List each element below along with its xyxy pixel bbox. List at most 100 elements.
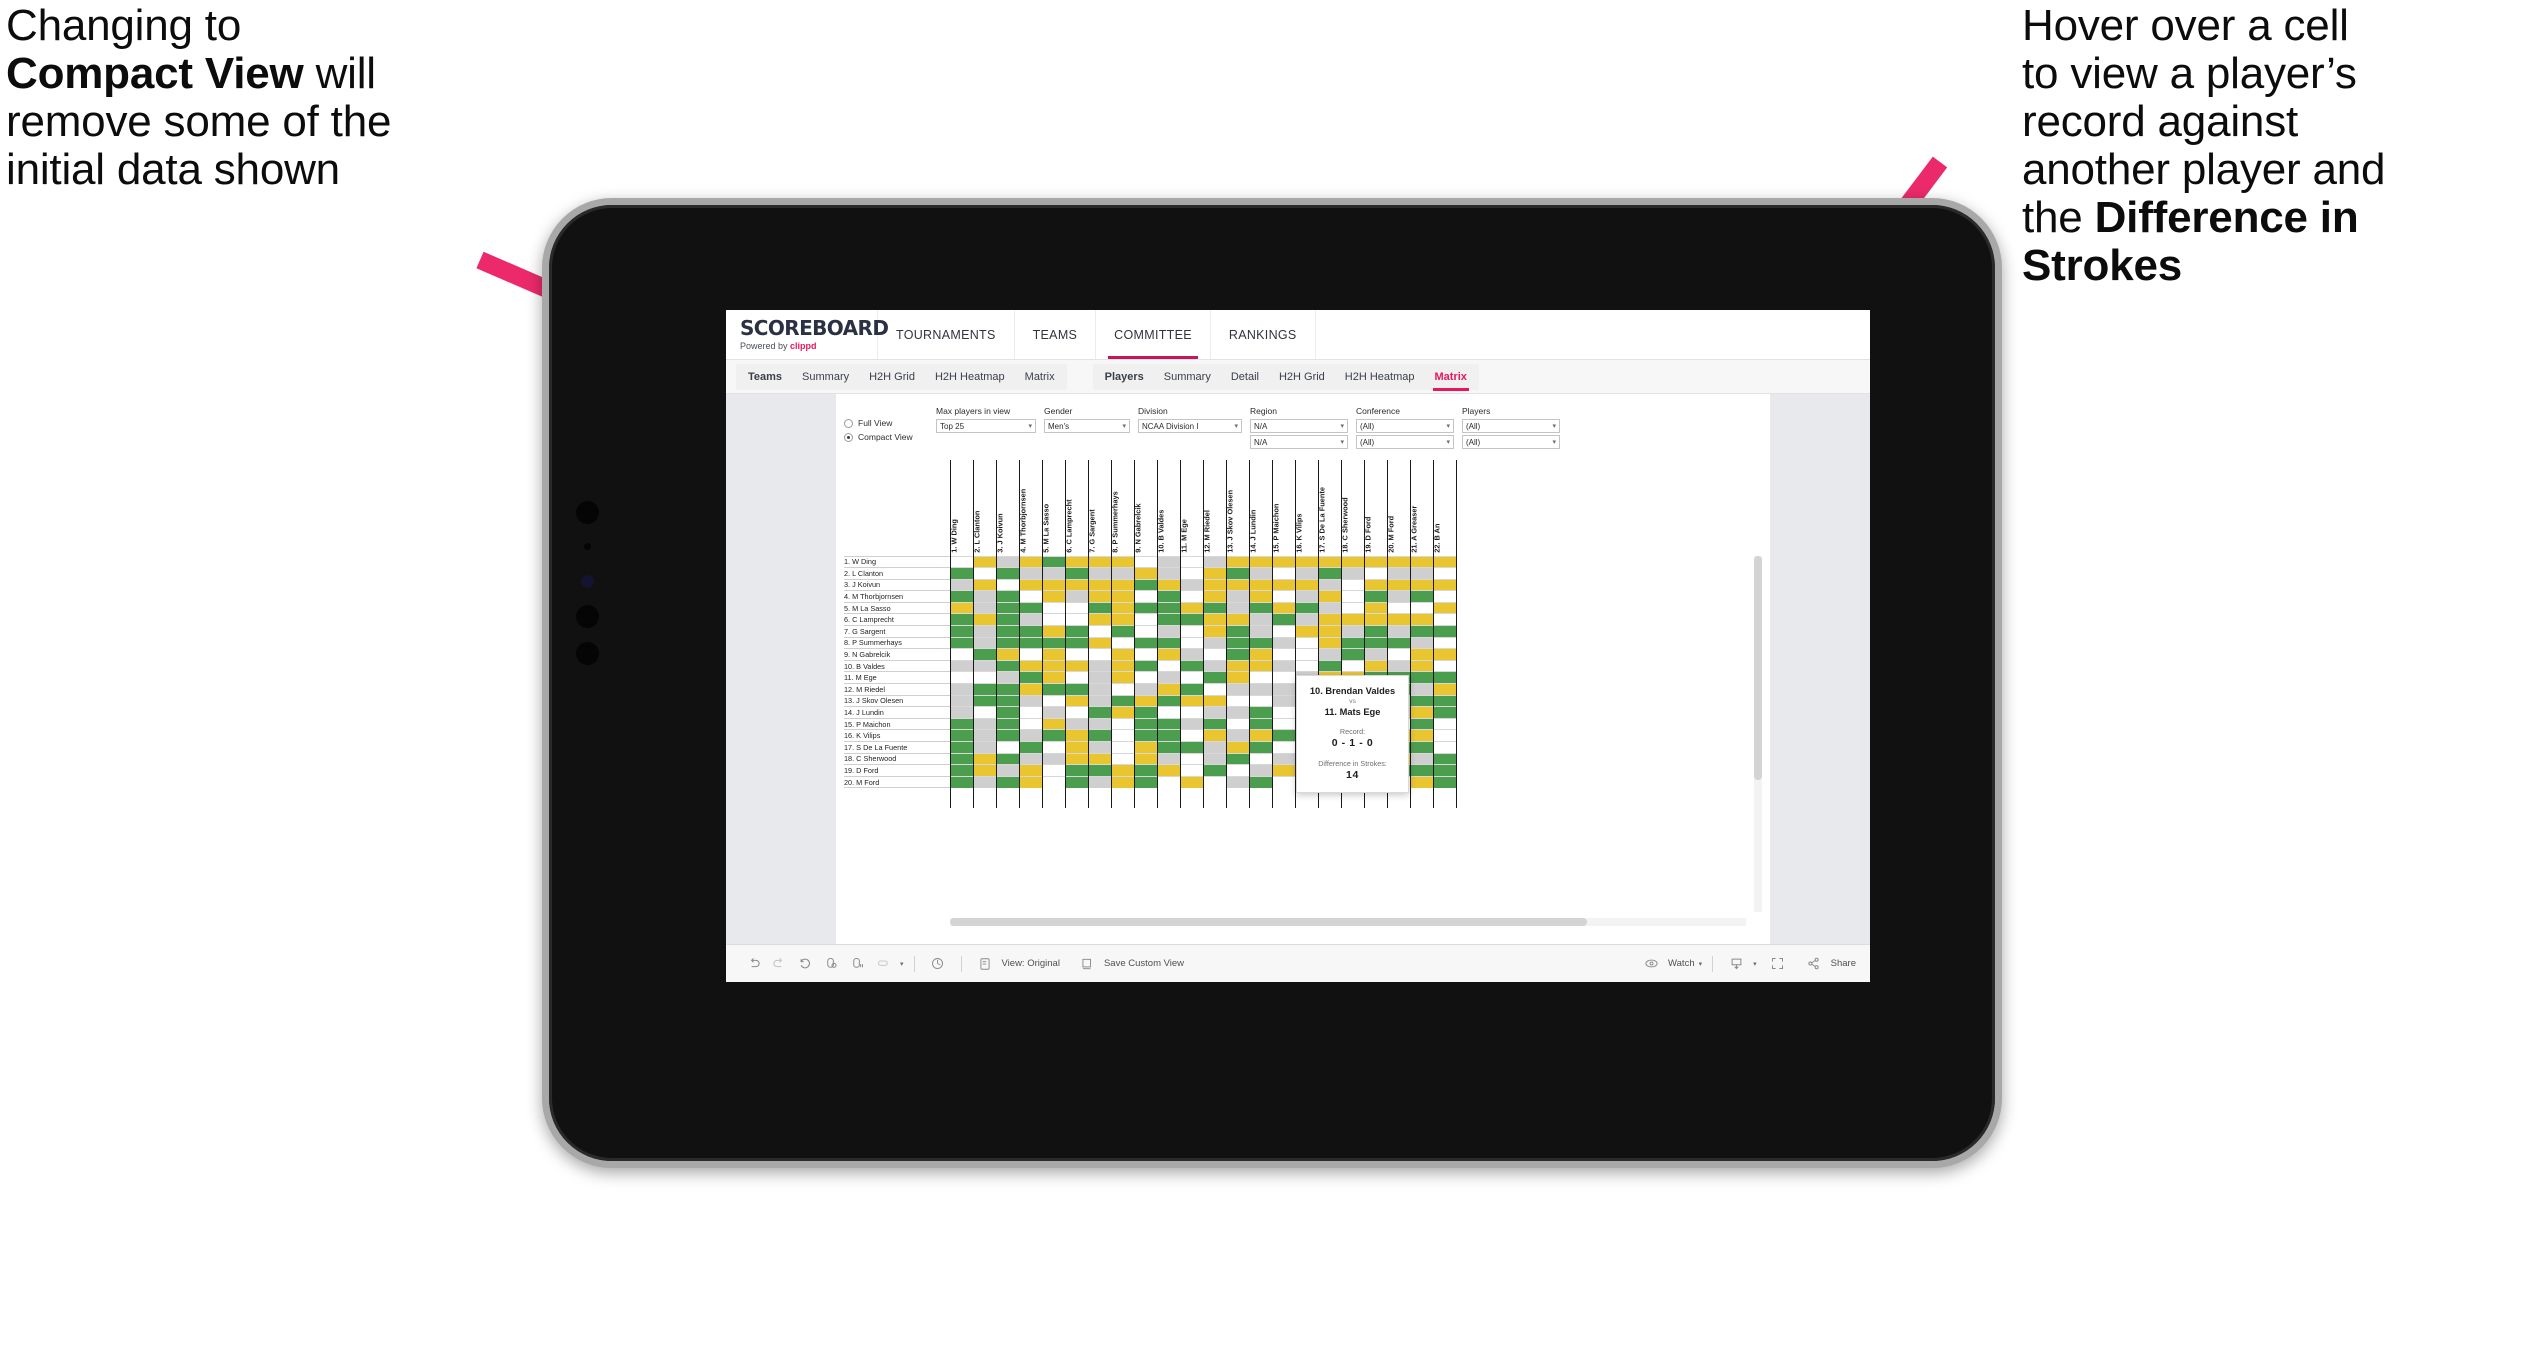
filter-select-region-2[interactable]: N/A ▾ — [1250, 435, 1348, 449]
filter-select-region[interactable]: N/A ▾ — [1250, 419, 1348, 433]
matrix-cell[interactable] — [1133, 613, 1158, 626]
matrix-cell[interactable] — [1363, 613, 1388, 626]
filter-select-gender[interactable]: Men's ▾ — [1044, 419, 1130, 433]
matrix-cell[interactable] — [1409, 706, 1434, 719]
matrix-cell[interactable] — [1409, 567, 1434, 580]
matrix-vertical-scroll-thumb[interactable] — [1754, 556, 1762, 781]
matrix-cell[interactable] — [1271, 671, 1296, 684]
matrix-cell[interactable] — [1202, 717, 1227, 730]
matrix-cell[interactable] — [1432, 741, 1457, 754]
matrix-cell[interactable] — [1317, 567, 1342, 580]
matrix-cell[interactable] — [1041, 741, 1066, 754]
matrix-cell[interactable] — [1179, 613, 1204, 626]
matrix-cell[interactable] — [1110, 555, 1135, 568]
matrix-cell[interactable] — [1409, 590, 1434, 603]
matrix-column-header[interactable]: 17. S De La Fuente — [1317, 460, 1342, 556]
matrix-row-label[interactable]: 5. M La Sasso — [844, 601, 950, 614]
matrix-cell[interactable] — [1271, 636, 1296, 649]
matrix-cell[interactable] — [1409, 555, 1434, 568]
matrix-cell[interactable] — [1271, 706, 1296, 719]
matrix-cell[interactable] — [1340, 578, 1365, 591]
matrix-cell[interactable] — [1271, 741, 1296, 754]
matrix-cell[interactable] — [1110, 694, 1135, 707]
matrix-vertical-scrollbar[interactable] — [1754, 556, 1762, 912]
matrix-cell[interactable] — [1271, 601, 1296, 614]
matrix-cell[interactable] — [1432, 625, 1457, 638]
matrix-cell[interactable] — [1018, 613, 1043, 626]
topnav-item-committee[interactable]: COMMITTEE — [1096, 310, 1211, 359]
matrix-cell[interactable] — [1386, 625, 1411, 638]
matrix-cell[interactable] — [1179, 706, 1204, 719]
matrix-cell[interactable] — [949, 636, 974, 649]
matrix-cell[interactable] — [1432, 567, 1457, 580]
download-button[interactable]: ▾ — [1723, 956, 1757, 971]
subnav-item-summary[interactable]: Summary — [792, 364, 859, 390]
matrix-cell[interactable] — [1248, 741, 1273, 754]
filter-select-conference[interactable]: (All) ▾ — [1356, 419, 1454, 433]
matrix-cell[interactable] — [1156, 555, 1181, 568]
matrix-cell[interactable] — [1248, 590, 1273, 603]
matrix-cell[interactable] — [1271, 775, 1296, 788]
matrix-cell[interactable] — [972, 694, 997, 707]
matrix-cell[interactable] — [1225, 671, 1250, 684]
matrix-cell[interactable] — [995, 683, 1020, 696]
matrix-cell[interactable] — [1271, 694, 1296, 707]
matrix-cell[interactable] — [972, 590, 997, 603]
matrix-cell[interactable] — [1156, 648, 1181, 661]
matrix-cell[interactable] — [1432, 752, 1457, 765]
matrix-cell[interactable] — [995, 567, 1020, 580]
matrix-cell[interactable] — [1156, 683, 1181, 696]
device-preview-icon[interactable] — [925, 956, 951, 971]
matrix-cell[interactable] — [1041, 764, 1066, 777]
matrix-cell[interactable] — [995, 752, 1020, 765]
matrix-row-label[interactable]: 13. J Skov Olesen — [844, 694, 950, 707]
matrix-cell[interactable] — [1156, 752, 1181, 765]
subnav-item-h2h-heatmap[interactable]: H2H Heatmap — [925, 364, 1015, 390]
matrix-cell[interactable] — [1133, 567, 1158, 580]
matrix-cell[interactable] — [1248, 613, 1273, 626]
matrix-cell[interactable] — [1317, 625, 1342, 638]
matrix-cell[interactable] — [1041, 648, 1066, 661]
matrix-cell[interactable] — [1363, 648, 1388, 661]
matrix-cell[interactable] — [1202, 752, 1227, 765]
matrix-cell[interactable] — [949, 659, 974, 672]
matrix-cell[interactable] — [1156, 659, 1181, 672]
pause-auto-updates-icon[interactable] — [844, 956, 870, 971]
matrix-row-label[interactable]: 19. D Ford — [844, 764, 950, 777]
filter-dropdown-icon[interactable]: ▾ — [870, 956, 904, 971]
matrix-cell[interactable] — [972, 613, 997, 626]
matrix-cell[interactable] — [1179, 601, 1204, 614]
matrix-cell[interactable] — [1271, 555, 1296, 568]
matrix-cell[interactable] — [1179, 625, 1204, 638]
matrix-cell[interactable] — [1409, 717, 1434, 730]
matrix-cell[interactable] — [1110, 741, 1135, 754]
filter-select-conference-2[interactable]: (All) ▾ — [1356, 435, 1454, 449]
matrix-cell[interactable] — [1110, 578, 1135, 591]
matrix-cell[interactable] — [1087, 625, 1112, 638]
matrix-cell[interactable] — [1041, 578, 1066, 591]
matrix-cell[interactable] — [1156, 764, 1181, 777]
matrix-cell[interactable] — [1087, 659, 1112, 672]
matrix-cell[interactable] — [1018, 578, 1043, 591]
refresh-icon[interactable] — [818, 956, 844, 971]
matrix-cell[interactable] — [1110, 636, 1135, 649]
matrix-cell[interactable] — [1409, 625, 1434, 638]
matrix-row-label[interactable]: 11. M Ege — [844, 671, 950, 684]
matrix-cell[interactable] — [1202, 636, 1227, 649]
matrix-cell[interactable] — [1225, 659, 1250, 672]
matrix-cell[interactable] — [1225, 752, 1250, 765]
matrix-cell[interactable] — [1064, 625, 1089, 638]
revert-icon[interactable] — [792, 956, 818, 971]
topnav-item-rankings[interactable]: RANKINGS — [1211, 310, 1316, 359]
matrix-cell[interactable] — [1432, 683, 1457, 696]
matrix-cell[interactable] — [1363, 567, 1388, 580]
matrix-cell[interactable] — [1225, 567, 1250, 580]
matrix-cell[interactable] — [1156, 741, 1181, 754]
matrix-cell[interactable] — [1409, 683, 1434, 696]
matrix-cell[interactable] — [1133, 636, 1158, 649]
matrix-column-header[interactable]: 3. J Koivun — [995, 460, 1020, 556]
matrix-cell[interactable] — [972, 741, 997, 754]
matrix-cell[interactable] — [972, 717, 997, 730]
matrix-cell[interactable] — [1133, 659, 1158, 672]
matrix-cell[interactable] — [1087, 752, 1112, 765]
